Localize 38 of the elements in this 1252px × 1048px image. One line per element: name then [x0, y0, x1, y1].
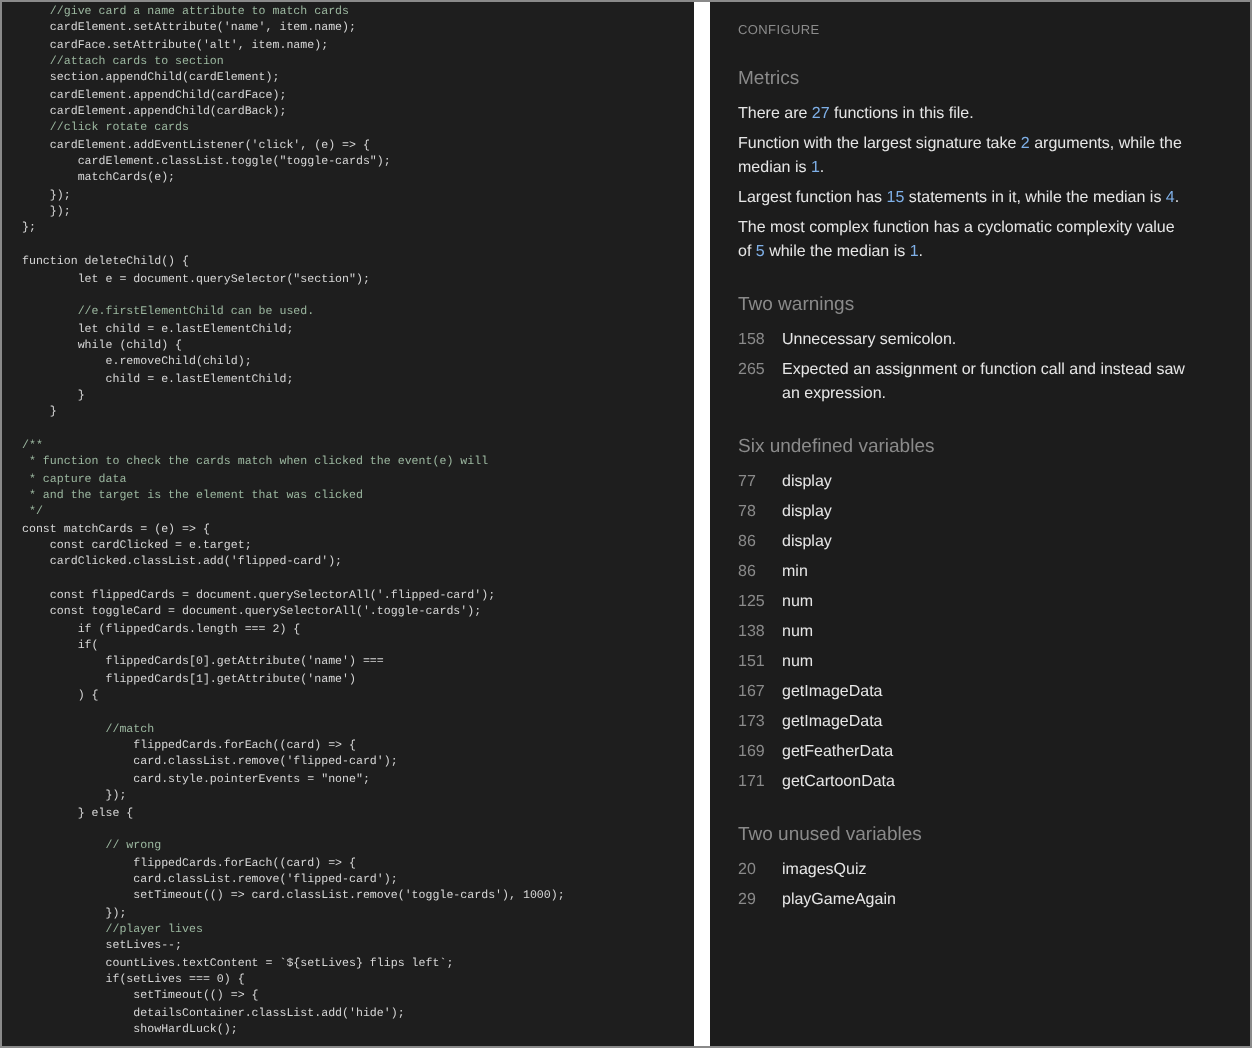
- metric-sentence: The most complex function has a cyclomatic complexity value of 5 while the median is 1.: [738, 216, 1177, 264]
- report-message: display: [782, 470, 832, 494]
- report-message: getCartoonData: [782, 770, 895, 794]
- report-message: num: [782, 650, 814, 674]
- metric-sentence: Function with the largest signature take 2 arguments, while the median is 1.: [738, 132, 1184, 180]
- line-number: 77: [738, 470, 758, 494]
- report-message: imagesQuiz: [782, 858, 867, 882]
- section-heading: Two warnings: [738, 294, 857, 316]
- report-message: num: [782, 620, 814, 644]
- report-message: display: [782, 500, 832, 524]
- line-number: 169: [738, 740, 767, 764]
- line-number: 78: [738, 500, 758, 524]
- report-message: Unnecessary semicolon.: [782, 328, 957, 352]
- line-number: 29: [738, 888, 758, 912]
- line-number: 86: [738, 530, 758, 554]
- section-heading: Six undefined variables: [738, 436, 937, 458]
- report-message: getFeatherData: [782, 740, 894, 764]
- report-message: playGameAgain: [782, 888, 896, 912]
- section-heading: Two unused variables: [738, 824, 924, 846]
- report-message: Expected an assignment or function call and instead saw an expression.: [782, 358, 1187, 406]
- line-number: 171: [738, 770, 767, 794]
- report-message: getImageData: [782, 680, 883, 704]
- line-number: 173: [738, 710, 767, 734]
- line-number: 86: [738, 560, 758, 584]
- line-number: 138: [738, 620, 767, 644]
- report-message: getImageData: [782, 710, 883, 734]
- metric-sentence: Largest function has 15 statements in it, while the median is 4.: [738, 186, 1182, 210]
- line-number: 151: [738, 650, 767, 674]
- line-number: 158: [738, 328, 767, 352]
- section-heading: Metrics: [738, 68, 802, 90]
- report-message: display: [782, 530, 832, 554]
- line-number: 265: [738, 358, 767, 382]
- report-message: num: [782, 590, 814, 614]
- line-number: 20: [738, 858, 758, 882]
- line-number: 167: [738, 680, 767, 704]
- report-message: min: [782, 560, 808, 584]
- line-number: 125: [738, 590, 767, 614]
- metric-sentence: There are 27 functions in this file.: [738, 102, 976, 126]
